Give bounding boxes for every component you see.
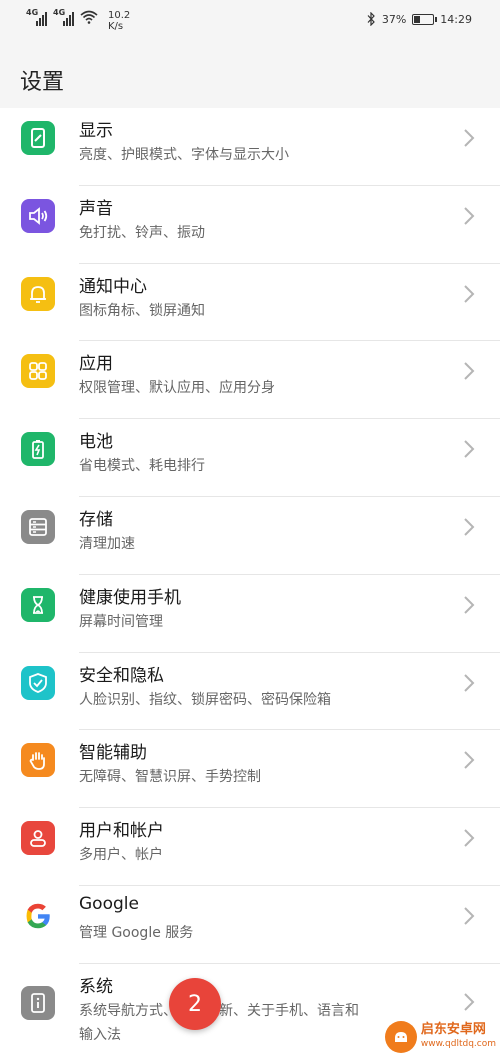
battery-icon — [412, 13, 438, 25]
sound-icon — [21, 198, 55, 233]
chevron-right-icon — [464, 993, 475, 1011]
item-title: 应用 — [79, 354, 113, 375]
google-icon — [21, 898, 55, 933]
site-watermark: 启东安卓网 www.qdltdq.com — [384, 1021, 496, 1053]
settings-item-notifications[interactable]: 通知中心 图标角标、锁屏通知 — [0, 264, 500, 342]
settings-item-apps[interactable]: 应用 权限管理、默认应用、应用分身 — [0, 341, 500, 420]
item-title: 电池 — [79, 432, 113, 453]
settings-item-sound[interactable]: 声音 免打扰、铃声、振动 — [0, 186, 500, 264]
signal-icon: 4G — [26, 8, 47, 26]
item-subtitle: 无障碍、智慧识屏、手势控制 — [79, 769, 261, 786]
watermark-logo-icon — [384, 1021, 417, 1053]
bell-icon — [21, 276, 55, 311]
bluetooth-icon — [367, 12, 375, 26]
item-subtitle: 人脸识别、指纹、锁屏密码、密码保险箱 — [79, 691, 331, 708]
chevron-right-icon — [464, 284, 475, 303]
item-subtitle: 亮度、护眼模式、字体与显示大小 — [79, 147, 289, 163]
item-title: 健康使用手机 — [79, 587, 181, 608]
battery-percent: 37% — [381, 12, 407, 26]
item-title: Google — [79, 893, 139, 914]
item-title: 安全和隐私 — [79, 665, 164, 686]
item-title: 显示 — [79, 121, 113, 141]
chevron-right-icon — [464, 907, 475, 925]
chevron-right-icon — [464, 673, 475, 692]
item-title: 通知中心 — [79, 276, 147, 297]
hand-icon — [21, 743, 55, 778]
settings-item-battery[interactable]: 电池 省电模式、耗电排行 — [0, 419, 500, 497]
chevron-right-icon — [464, 129, 475, 147]
display-icon — [21, 121, 55, 155]
chevron-right-icon — [464, 518, 475, 536]
item-title: 用户和帐户 — [79, 821, 164, 842]
header: 设置 — [0, 40, 500, 108]
status-bar: 4G 4G 10.2 K/s 37% 14:29 — [0, 0, 500, 40]
signal-icon: 4G — [53, 8, 74, 26]
item-title: 智能辅助 — [79, 743, 147, 764]
watermark-url: www.qdltdq.com — [420, 1039, 496, 1049]
hourglass-icon — [21, 587, 55, 622]
settings-item-smart-assistance[interactable]: 智能辅助 无障碍、智慧识屏、手势控制 — [0, 730, 500, 809]
settings-item-digital-balance[interactable]: 健康使用手机 屏幕时间管理 — [0, 575, 500, 653]
settings-item-google[interactable]: Google 管理 Google 服务 — [0, 886, 500, 964]
watermark-name: 启东安卓网 — [420, 1022, 486, 1037]
wifi-icon — [80, 10, 98, 24]
settings-item-users-accounts[interactable]: 用户和帐户 多用户、帐户 — [0, 808, 500, 886]
item-subtitle: 管理 Google 服务 — [79, 924, 194, 941]
item-title: 存储 — [79, 509, 113, 530]
info-icon — [21, 985, 55, 1020]
chevron-right-icon — [464, 596, 475, 614]
chevron-right-icon — [464, 829, 475, 847]
battery-icon — [21, 432, 55, 467]
user-icon — [21, 821, 55, 856]
item-subtitle: 多用户、帐户 — [79, 847, 163, 864]
item-subtitle: 图标角标、锁屏通知 — [79, 302, 205, 319]
item-title: 系统 — [79, 976, 113, 997]
settings-item-security-privacy[interactable]: 安全和隐私 人脸识别、指纹、锁屏密码、密码保险箱 — [0, 653, 500, 731]
item-subtitle: 屏幕时间管理 — [79, 613, 163, 630]
apps-icon — [21, 354, 55, 389]
settings-item-display[interactable]: 显示 亮度、护眼模式、字体与显示大小 — [0, 108, 500, 186]
settings-list: 显示 亮度、护眼模式、字体与显示大小 声音 免打扰、铃声、振动 通知中心 图标角… — [0, 108, 500, 1064]
item-title: 声音 — [79, 198, 113, 219]
clock: 14:29 — [440, 12, 472, 26]
chevron-right-icon — [464, 751, 475, 770]
chevron-right-icon — [464, 440, 475, 458]
chevron-right-icon — [464, 207, 475, 225]
item-subtitle: 免打扰、铃声、振动 — [79, 224, 205, 241]
item-subtitle: 清理加速 — [79, 535, 135, 552]
item-subtitle: 省电模式、耗电排行 — [79, 458, 205, 475]
step-number-badge: 2 — [169, 978, 221, 1030]
storage-icon — [21, 509, 55, 544]
item-subtitle-continued: 输入法 — [79, 1026, 121, 1043]
chevron-right-icon — [464, 362, 475, 381]
page-title: 设置 — [20, 70, 65, 95]
shield-icon — [21, 665, 55, 700]
item-subtitle: 权限管理、默认应用、应用分身 — [79, 380, 275, 397]
network-speed: 10.2 K/s — [108, 10, 131, 32]
settings-item-storage[interactable]: 存储 清理加速 — [0, 497, 500, 575]
